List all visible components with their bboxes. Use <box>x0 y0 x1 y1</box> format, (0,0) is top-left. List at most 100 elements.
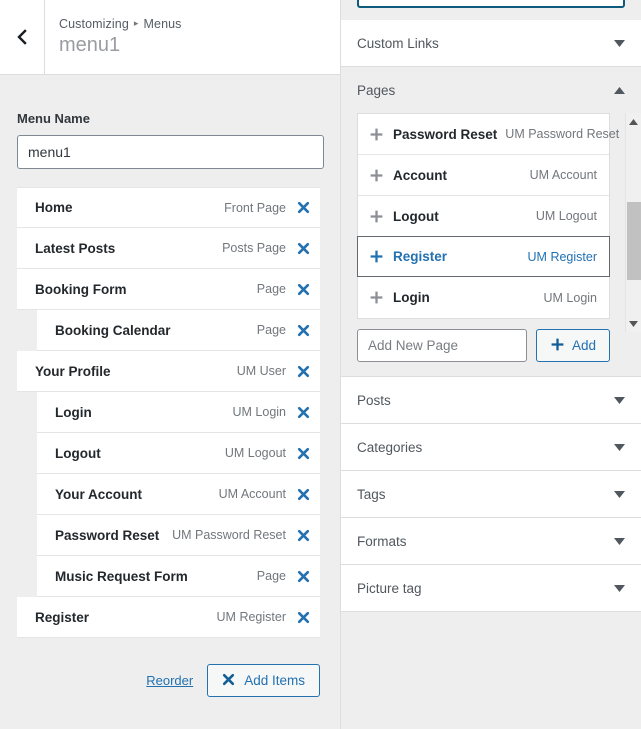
chevron-up-icon[interactable] <box>614 86 625 94</box>
accordion-header[interactable]: Pages <box>341 67 641 113</box>
available-page-row[interactable]: Register UM Register <box>357 236 610 277</box>
menu-item-row[interactable]: Your Account UM Account <box>37 474 320 515</box>
menu-item-title: Booking Form <box>35 281 127 297</box>
menu-search-input[interactable] <box>357 0 625 8</box>
menu-item-list: Home Front Page Latest Posts Posts Page Book… <box>17 187 323 638</box>
available-page-type: UM Logout <box>535 209 597 223</box>
menu-item-row[interactable]: Music Request Form Page <box>37 556 320 597</box>
available-page-title: Password Reset <box>393 126 498 142</box>
accordion-title: Categories <box>357 439 423 455</box>
available-items-panel: Custom Links Pages Password Reset UM Passwo… <box>341 0 641 729</box>
scroll-down-arrow-icon[interactable] <box>626 315 641 332</box>
chevron-down-icon[interactable] <box>614 39 625 47</box>
menu-item-type: Page <box>256 569 286 583</box>
available-page-row[interactable]: Account UM Account <box>358 155 609 196</box>
available-page-row[interactable]: Logout UM Logout <box>358 196 609 237</box>
menu-item-title: Your Account <box>55 486 142 502</box>
accordion-section: Custom Links <box>341 20 641 67</box>
chevron-down-icon[interactable] <box>614 537 625 545</box>
chevron-down-icon[interactable] <box>614 396 625 404</box>
available-page-type: UM Account <box>529 168 597 182</box>
available-page-title: Login <box>393 290 430 305</box>
accordion-title: Custom Links <box>357 35 439 51</box>
accordion-header[interactable]: Formats <box>341 518 641 564</box>
menu-editor-body: Menu Name Home Front Page Latest Posts Post… <box>0 111 340 697</box>
add-page-plus-icon[interactable] <box>369 290 393 305</box>
accordion-section: Picture tag <box>341 565 641 612</box>
remove-menu-item-icon[interactable] <box>286 365 320 378</box>
chevron-down-icon[interactable] <box>614 443 625 451</box>
available-page-row[interactable]: Login UM Login <box>358 277 609 318</box>
add-page-plus-icon[interactable] <box>369 209 393 224</box>
menu-actions: Reorder Add Items <box>17 664 323 697</box>
accordion-section: Formats <box>341 518 641 565</box>
add-page-button[interactable]: Add <box>536 329 611 362</box>
menu-item-row[interactable]: Booking Calendar Page <box>37 310 320 351</box>
remove-menu-item-icon[interactable] <box>286 324 320 337</box>
add-page-plus-icon[interactable] <box>369 127 393 142</box>
menu-item-title: Register <box>35 609 90 625</box>
add-button-label: Add <box>572 338 597 353</box>
menu-item-row[interactable]: Booking Form Page <box>17 269 320 310</box>
menu-item-row[interactable]: Register UM Register <box>17 597 320 638</box>
accordion-header[interactable]: Posts <box>341 377 641 423</box>
menu-item-title: Password Reset <box>55 527 160 543</box>
accordion-header[interactable]: Tags <box>341 471 641 517</box>
available-page-title: Register <box>393 249 448 264</box>
add-page-plus-icon[interactable] <box>369 249 393 264</box>
remove-menu-item-icon[interactable] <box>286 242 320 255</box>
menu-editor-panel: Customizing ▸ Menus menu1 Menu Name Home… <box>0 0 341 729</box>
scroll-up-arrow-icon[interactable] <box>626 113 641 130</box>
accordion-header[interactable]: Custom Links <box>341 20 641 66</box>
menu-item-type: Page <box>256 282 286 296</box>
accordion-header[interactable]: Categories <box>341 424 641 470</box>
remove-menu-item-icon[interactable] <box>286 406 320 419</box>
remove-menu-item-icon[interactable] <box>286 201 320 214</box>
available-page-type: UM Password Reset <box>505 127 620 141</box>
menu-item-type: UM Password Reset <box>172 528 286 542</box>
menu-item-type: UM Account <box>218 487 286 501</box>
add-items-button[interactable]: Add Items <box>207 664 320 697</box>
chevron-down-icon[interactable] <box>614 490 625 498</box>
menu-item-row[interactable]: Logout UM Logout <box>37 433 320 474</box>
menu-item-type: Posts Page <box>222 241 286 255</box>
menu-item-row[interactable]: Latest Posts Posts Page <box>17 228 320 269</box>
scrollbar-thumb[interactable] <box>627 202 641 280</box>
plus-x-icon <box>222 673 235 689</box>
plus-icon <box>550 337 565 355</box>
header-titles: Customizing ▸ Menus menu1 <box>45 0 340 74</box>
add-new-page-input[interactable] <box>357 329 527 362</box>
menu-item-row[interactable]: Your Profile UM User <box>17 351 320 392</box>
back-button[interactable] <box>0 0 45 74</box>
available-page-row[interactable]: Password Reset UM Password Reset <box>358 114 619 155</box>
scrollbar-track[interactable] <box>626 130 641 315</box>
menu-item-row[interactable]: Password Reset UM Password Reset <box>37 515 320 556</box>
available-page-title: Account <box>393 167 447 183</box>
accordion-title: Pages <box>357 82 396 98</box>
menu-item-row[interactable]: Login UM Login <box>37 392 320 433</box>
menu-item-title: Logout <box>55 445 101 461</box>
available-pages-list: Password Reset UM Password Reset Account UM… <box>357 113 619 319</box>
breadcrumb-root: Customizing <box>59 16 129 31</box>
available-page-type: UM Login <box>543 290 598 305</box>
accordion-title: Posts <box>357 392 391 408</box>
remove-menu-item-icon[interactable] <box>286 488 320 501</box>
accordion-header[interactable]: Picture tag <box>341 565 641 611</box>
remove-menu-item-icon[interactable] <box>286 529 320 542</box>
menu-name-input[interactable] <box>17 135 324 169</box>
available-pages-scrollbar[interactable] <box>625 113 641 332</box>
reorder-link[interactable]: Reorder <box>146 673 193 688</box>
remove-menu-item-icon[interactable] <box>286 447 320 460</box>
add-page-plus-icon[interactable] <box>369 168 393 183</box>
remove-menu-item-icon[interactable] <box>286 283 320 296</box>
breadcrumb: Customizing ▸ Menus <box>59 17 340 31</box>
remove-menu-item-icon[interactable] <box>286 611 320 624</box>
breadcrumb-separator-icon: ▸ <box>133 18 139 28</box>
remove-menu-item-icon[interactable] <box>286 570 320 583</box>
available-items-accordion: Custom Links Pages Password Reset UM Passwo… <box>341 20 641 612</box>
accordion-section: Categories <box>341 424 641 471</box>
menu-item-row[interactable]: Home Front Page <box>17 187 320 228</box>
panel-header: Customizing ▸ Menus menu1 <box>0 0 340 75</box>
chevron-down-icon[interactable] <box>614 584 625 592</box>
accordion-section: Tags <box>341 471 641 518</box>
